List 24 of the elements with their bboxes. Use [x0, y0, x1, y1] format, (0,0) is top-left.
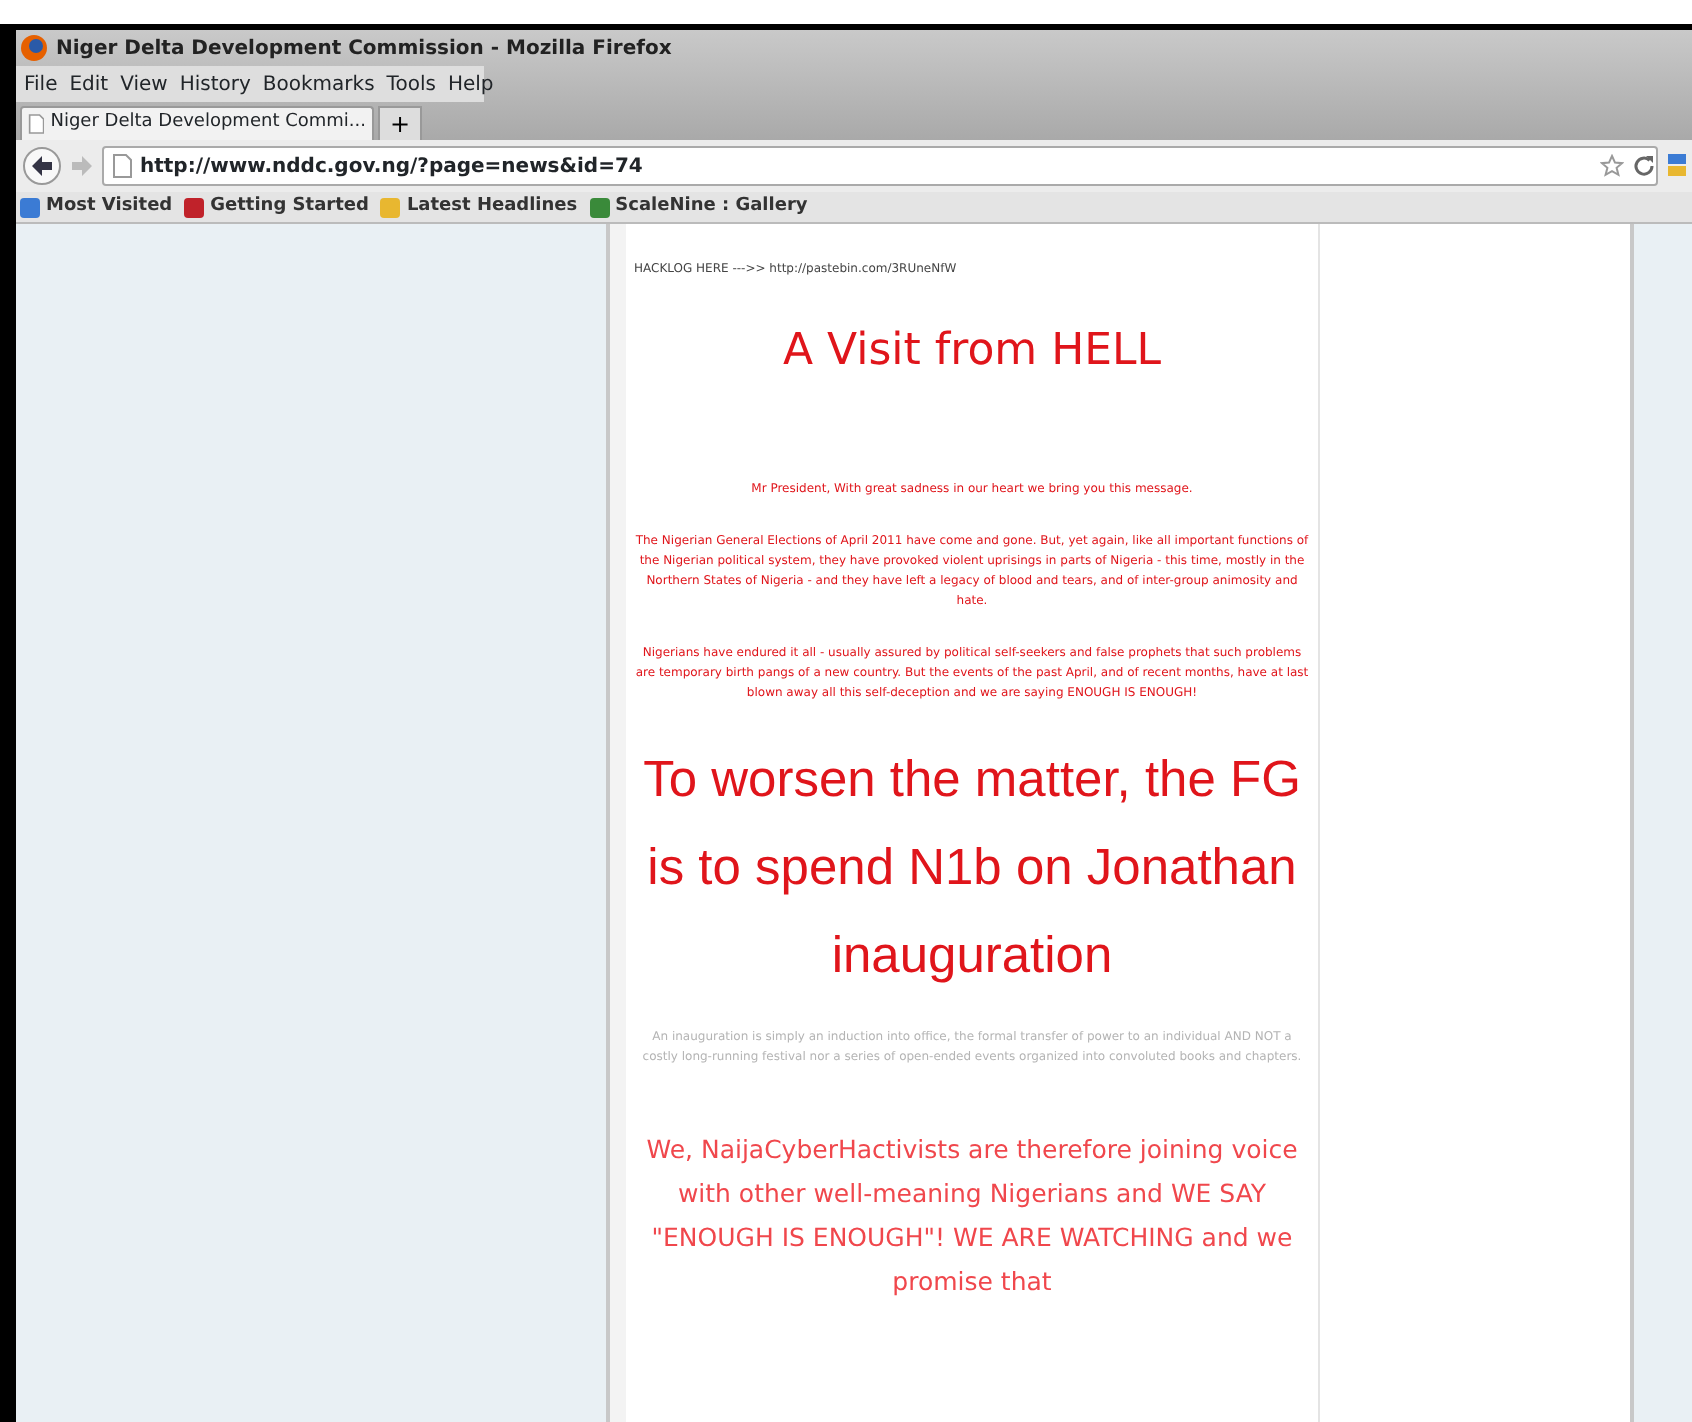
menu-item[interactable]: Edit: [69, 69, 109, 99]
headline: To worsen the matter, the FG is to spend N1b on Jonathan inauguration: [641, 750, 1303, 988]
bookmark-link[interactable]: Latest Headlines: [380, 193, 578, 221]
window-title: Niger Delta Development Commission - Mozilla Firefox: [56, 35, 672, 63]
callout-paragraph: We, NaijaCyberHactivists are therefore joining voice with other well-meaning Nigerians and WE SAY "ENOUGH IS ENOUGH"! WE ARE WATCHING and we promise that: [644, 1132, 1300, 1300]
address-bar[interactable]: http://www.nddc.gov.ng/?page=news&id=74: [102, 146, 1658, 186]
menu-item[interactable]: Tools: [386, 69, 436, 99]
menu-item[interactable]: Bookmarks: [262, 69, 375, 99]
menu-item[interactable]: Help: [447, 69, 494, 99]
page-icon: [28, 112, 45, 136]
page-title: A Visit from HELL: [780, 324, 1164, 380]
bookmark-link[interactable]: ScaleNine : Gallery: [589, 193, 808, 221]
menu-item[interactable]: File: [24, 69, 58, 99]
search-engine-icon[interactable]: [1666, 150, 1686, 182]
menu-item[interactable]: History: [179, 69, 251, 99]
menu-item[interactable]: View: [120, 69, 168, 99]
browser-tab[interactable]: Niger Delta Development Commi...: [20, 106, 374, 140]
star-icon[interactable]: [1600, 154, 1624, 178]
new-tab-button[interactable]: +: [378, 106, 422, 140]
page-icon: [112, 154, 132, 178]
reload-icon[interactable]: [1632, 154, 1656, 178]
bookmark-link[interactable]: Most Visited: [20, 193, 173, 221]
browser-logo-icon: [20, 34, 48, 62]
bookmark-link[interactable]: Getting Started: [184, 193, 369, 221]
